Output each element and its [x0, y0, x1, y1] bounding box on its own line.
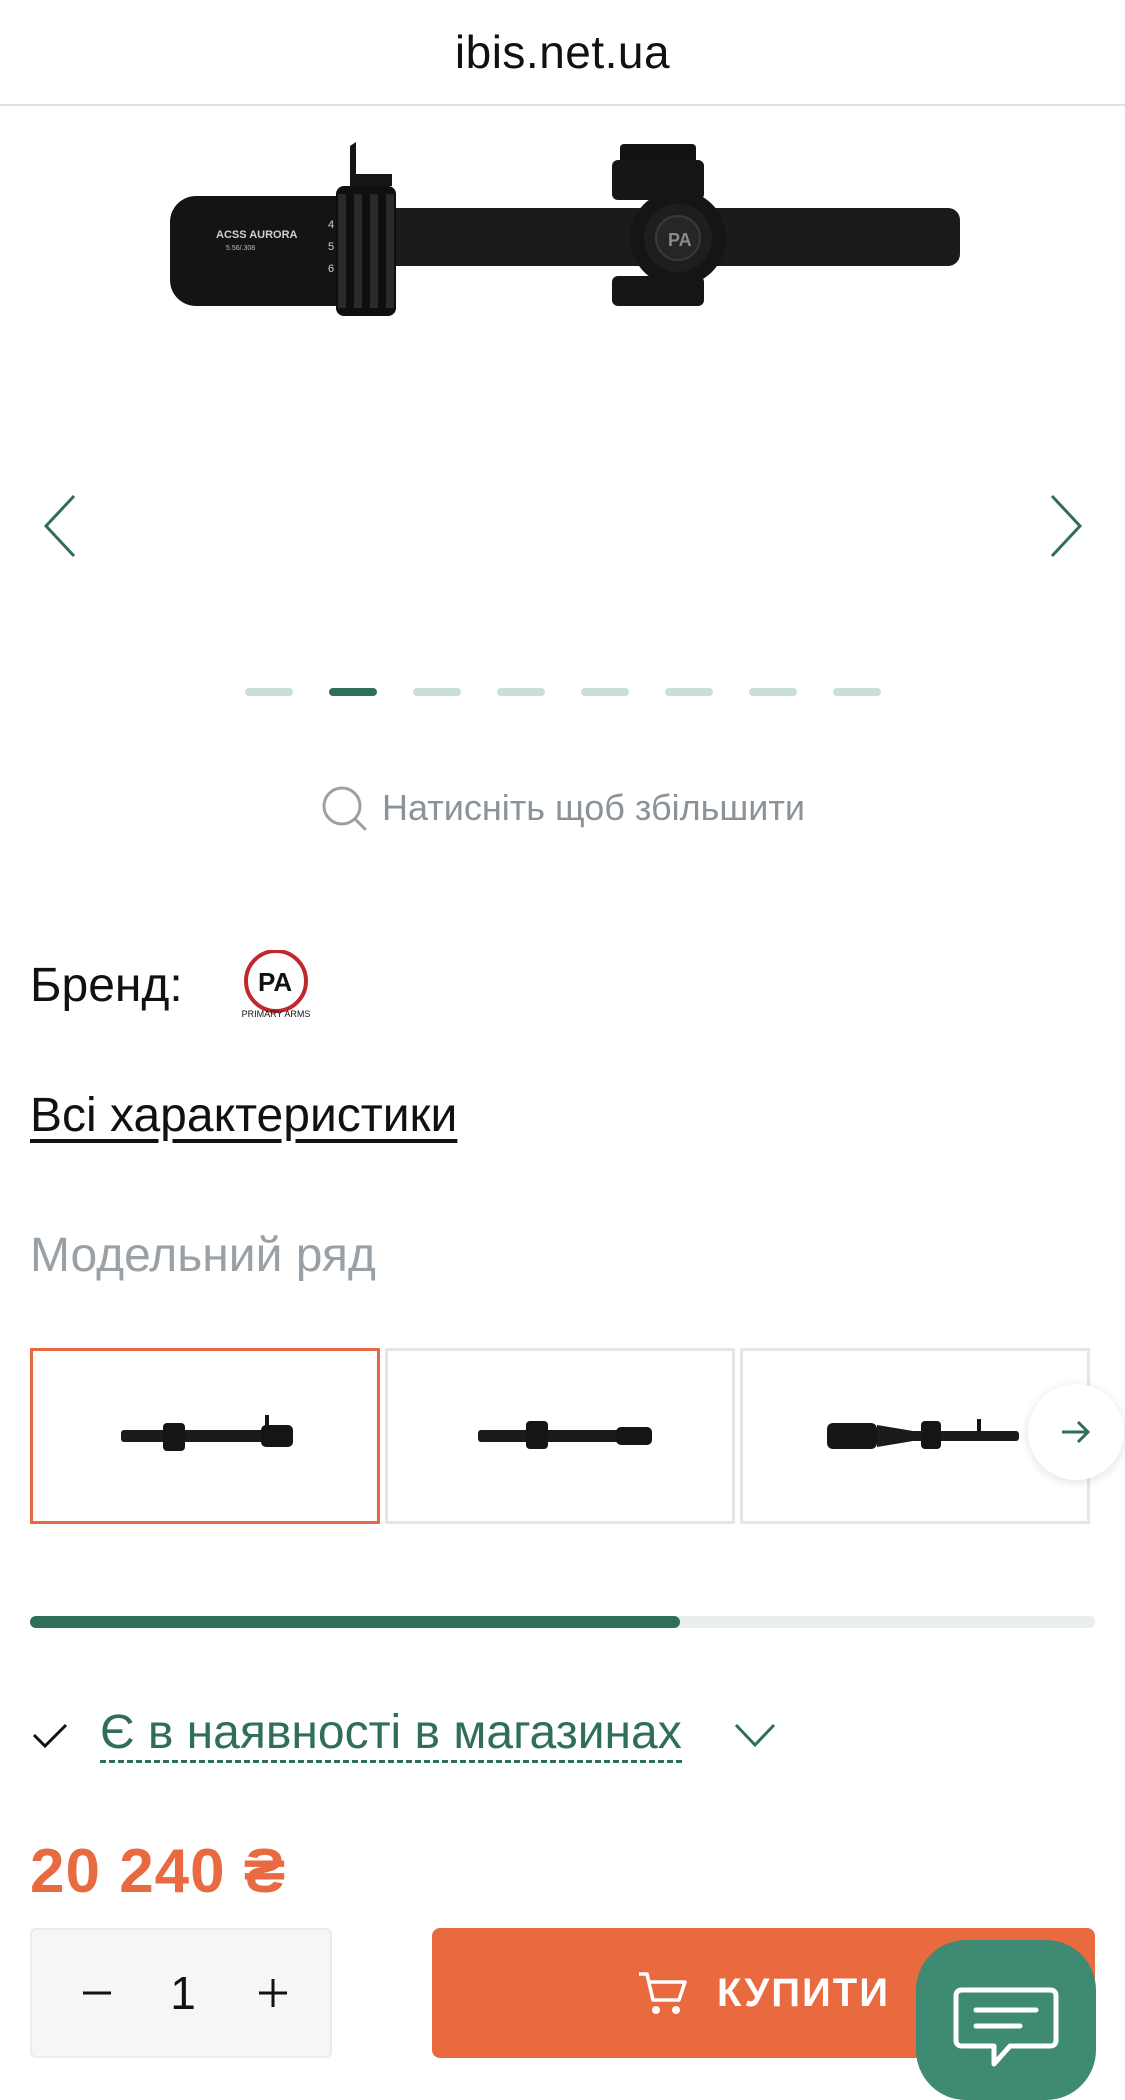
gallery-prev-button[interactable] — [32, 486, 92, 566]
brand-logo-caption: PRIMARY ARMS — [241, 1009, 310, 1019]
gallery-dot-1[interactable] — [245, 688, 293, 696]
gallery-dot-6[interactable] — [665, 688, 713, 696]
gallery-dot-4[interactable] — [497, 688, 545, 696]
plus-icon — [259, 1979, 287, 2007]
gallery-dot-3[interactable] — [413, 688, 461, 696]
arrow-right-icon — [1062, 1420, 1091, 1444]
model-card-1[interactable] — [30, 1348, 380, 1524]
gallery-dot-7[interactable] — [749, 688, 797, 696]
product-price: 20 240 ₴ — [30, 1837, 287, 1906]
product-gallery[interactable]: PA ACSS AURORA 5.56/.308 4 5 6 — [0, 106, 1125, 716]
url-text: ibis.net.ua — [454, 26, 671, 78]
model-2-image — [478, 1421, 652, 1449]
svg-text:6: 6 — [328, 263, 334, 275]
scope-caliber-text: 5.56/.308 — [226, 245, 255, 252]
quantity-stepper: 1 — [30, 1928, 332, 2058]
brand-row: Бренд: PA PRIMARY ARMS — [30, 940, 321, 1030]
chat-icon — [953, 1987, 1059, 2067]
chevron-down-icon[interactable] — [730, 1715, 780, 1755]
progress-fill — [30, 1616, 680, 1628]
gallery-pagination — [0, 688, 1125, 698]
svg-text:4: 4 — [328, 219, 334, 231]
scope-cap-logo: PA — [668, 230, 692, 250]
chat-button[interactable] — [916, 1940, 1096, 2100]
brand-logo[interactable]: PA PRIMARY ARMS — [231, 950, 321, 1020]
search-icon — [322, 786, 367, 831]
availability-link[interactable]: Є в наявності в магазинах — [100, 1706, 682, 1763]
gallery-dot-8[interactable] — [833, 688, 881, 696]
chevron-left-icon — [43, 494, 76, 558]
gallery-next-button[interactable] — [1034, 486, 1094, 566]
minus-icon — [83, 1991, 111, 1995]
product-image: PA ACSS AURORA 5.56/.308 4 5 6 — [170, 142, 960, 316]
availability-row: Є в наявності в магазинах — [30, 1700, 780, 1770]
scope-brand-text: ACSS AURORA — [216, 229, 298, 241]
gallery-dot-2[interactable] — [329, 688, 377, 696]
model-series-title: Модельний ряд — [30, 1229, 376, 1282]
model-1-image — [121, 1415, 293, 1451]
model-series-list — [30, 1348, 1095, 1528]
model-series-next-button[interactable] — [1028, 1384, 1124, 1480]
browser-address-bar[interactable]: ibis.net.ua — [0, 0, 1125, 106]
brand-label: Бренд: — [30, 958, 183, 1012]
quantity-decrease-button[interactable] — [52, 1930, 142, 2056]
gallery-dot-5[interactable] — [581, 688, 629, 696]
brand-logo-text: PA — [258, 967, 292, 997]
zoom-hint[interactable]: Натисніть щоб збільшити — [0, 780, 1125, 836]
model-series-scroll-progress — [30, 1616, 1095, 1628]
svg-text:5: 5 — [328, 241, 334, 253]
quantity-increase-button[interactable] — [228, 1930, 318, 2056]
cart-icon — [639, 1972, 687, 2014]
quantity-value[interactable]: 1 — [142, 1930, 224, 2056]
buy-button-label: КУПИТИ — [717, 1970, 890, 2015]
zoom-hint-text: Натисніть щоб збільшити — [382, 787, 805, 828]
checkmark-icon — [32, 1723, 68, 1749]
all-specs-link[interactable]: Всі характеристики — [30, 1088, 457, 1143]
model-card-2[interactable] — [385, 1348, 735, 1524]
chevron-right-icon — [1050, 494, 1083, 558]
